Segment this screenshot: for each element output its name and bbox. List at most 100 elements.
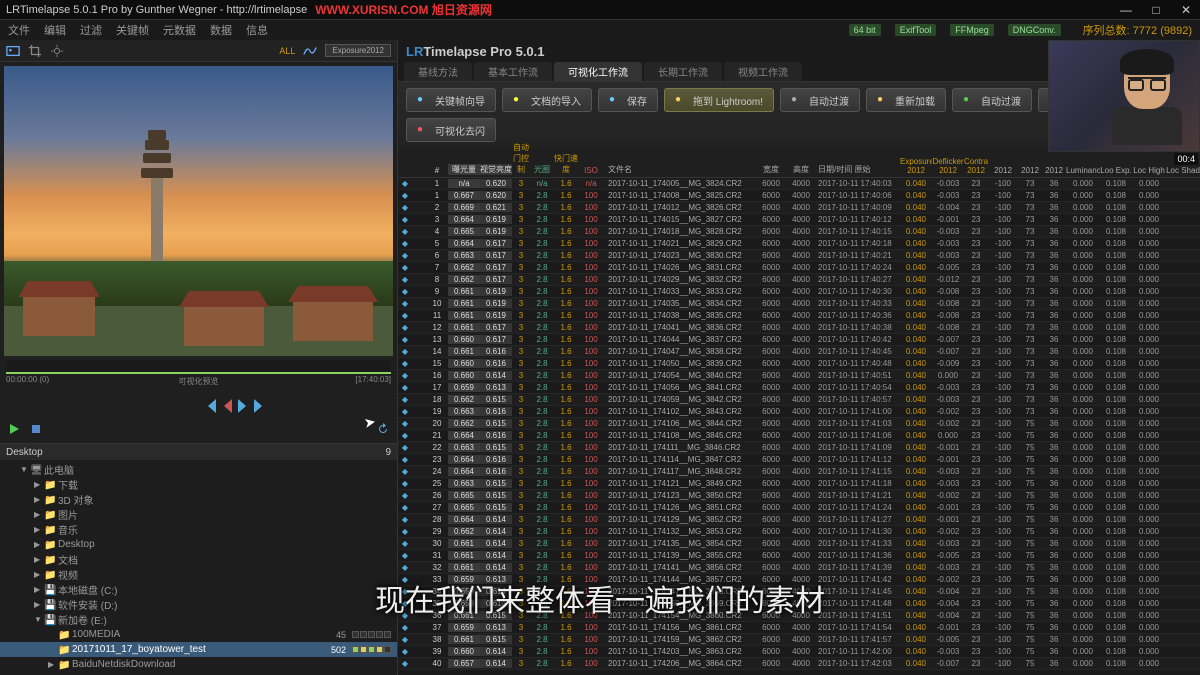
tree-item[interactable]: 📁20171011_17_boyatower_test502 bbox=[0, 642, 397, 657]
workflow-button[interactable]: ●关键帧向导 bbox=[406, 88, 496, 112]
col-header[interactable]: 光圈 bbox=[530, 164, 554, 175]
tree-item[interactable]: ▼🖥此电脑 bbox=[0, 462, 397, 477]
workflow-button[interactable]: ●重新加载 bbox=[866, 88, 946, 112]
tree-item[interactable]: ▶📁视频 bbox=[0, 567, 397, 582]
table-row[interactable]: ◆310.6610.61432.81.61002017-10-11_174139… bbox=[398, 550, 1200, 562]
workflow-tab[interactable]: 可视化工作流 bbox=[554, 62, 642, 81]
table-row[interactable]: ◆240.6640.61632.81.61002017-10-11_174117… bbox=[398, 466, 1200, 478]
workflow-button[interactable]: ●保存 bbox=[598, 88, 658, 112]
table-row[interactable]: ◆250.6630.61532.81.61002017-10-11_174121… bbox=[398, 478, 1200, 490]
col-header[interactable]: 视觉亮度 bbox=[480, 164, 512, 175]
menu-file[interactable]: 文件 bbox=[8, 22, 30, 38]
table-row[interactable]: ◆370.6590.61332.81.61002017-10-11_174156… bbox=[398, 622, 1200, 634]
menu-keyframe[interactable]: 关键帧 bbox=[116, 22, 149, 38]
table-row[interactable]: ◆20.6690.62132.81.61002017-10-11_174012_… bbox=[398, 202, 1200, 214]
tree-item[interactable]: ▶📁图片 bbox=[0, 507, 397, 522]
table-row[interactable]: ◆390.6600.61432.81.61002017-10-11_174203… bbox=[398, 646, 1200, 658]
table-row[interactable]: ◆270.6650.61532.81.61002017-10-11_174126… bbox=[398, 502, 1200, 514]
table-row[interactable]: ◆170.6590.61332.81.61002017-10-11_174056… bbox=[398, 382, 1200, 394]
table-row[interactable]: ◆40.6650.61932.81.61002017-10-11_174018_… bbox=[398, 226, 1200, 238]
timeline[interactable]: 00:00:00 (0) [17:40:03] bbox=[6, 360, 391, 374]
col-header[interactable]: 2012 bbox=[1018, 166, 1042, 175]
col-header[interactable]: # bbox=[426, 166, 448, 175]
table-row[interactable]: ◆60.6630.61732.81.61002017-10-11_174023_… bbox=[398, 250, 1200, 262]
workflow-button[interactable]: ●拖到 Lightroom! bbox=[664, 88, 774, 112]
col-header[interactable]: ISO bbox=[578, 166, 604, 175]
workflow-tab[interactable]: 视频工作流 bbox=[724, 62, 802, 81]
tree-item[interactable]: ▶💾软件安装 (D:) bbox=[0, 597, 397, 612]
table-row[interactable]: ◆190.6630.61632.81.61002017-10-11_174102… bbox=[398, 406, 1200, 418]
table-row[interactable]: ◆160.6600.61432.81.61002017-10-11_174054… bbox=[398, 370, 1200, 382]
tree-item[interactable]: ▶📁BaiduNetdiskDownload bbox=[0, 657, 397, 672]
settings-icon[interactable] bbox=[50, 44, 64, 58]
table-row[interactable]: ◆300.6610.61432.81.61002017-10-11_174135… bbox=[398, 538, 1200, 550]
col-header[interactable]: Contrast 2012 bbox=[964, 157, 988, 175]
exposure-mode[interactable]: Exposure2012 bbox=[325, 44, 391, 57]
col-header[interactable]: 快门速度 bbox=[554, 153, 578, 175]
close-button[interactable]: ✕ bbox=[1178, 3, 1194, 17]
table-row[interactable]: ◆50.6640.61732.81.61002017-10-11_174021_… bbox=[398, 238, 1200, 250]
table-row[interactable]: ◆80.6620.61732.81.61002017-10-11_174029_… bbox=[398, 274, 1200, 286]
tree-root[interactable]: Desktop bbox=[6, 447, 43, 458]
col-header[interactable]: 2012 bbox=[988, 166, 1018, 175]
marker-next2[interactable] bbox=[254, 399, 264, 413]
col-header[interactable]: Exposure 2012 bbox=[900, 157, 932, 175]
col-header[interactable]: Loo Exp. bbox=[1100, 166, 1132, 175]
table-row[interactable]: ◆70.6620.61732.81.61002017-10-11_174026_… bbox=[398, 262, 1200, 274]
image-icon[interactable] bbox=[6, 44, 20, 58]
scrubber[interactable] bbox=[6, 399, 391, 419]
marker-next[interactable] bbox=[238, 399, 248, 413]
table-row[interactable]: ◆140.6610.61632.81.61002017-10-11_174047… bbox=[398, 346, 1200, 358]
tree-item[interactable]: ▶📁文档 bbox=[0, 552, 397, 567]
refresh-button[interactable] bbox=[377, 423, 389, 435]
tree-item[interactable]: ▼💾新加卷 (E:) bbox=[0, 612, 397, 627]
col-header[interactable]: 曝光量 bbox=[448, 164, 480, 175]
table-row[interactable]: ◆130.6600.61732.81.61002017-10-11_174044… bbox=[398, 334, 1200, 346]
tree-item[interactable]: ▶📁音乐 bbox=[0, 522, 397, 537]
workflow-tab[interactable]: 基本工作流 bbox=[474, 62, 552, 81]
col-header[interactable]: Deflicker 2012 bbox=[932, 157, 964, 175]
table-row[interactable]: ◆320.6610.61432.81.61002017-10-11_174141… bbox=[398, 562, 1200, 574]
workflow-tab[interactable]: 长期工作流 bbox=[644, 62, 722, 81]
col-header[interactable]: Loc High bbox=[1132, 166, 1166, 175]
play-button[interactable] bbox=[8, 423, 20, 435]
workflow-tab[interactable]: 基线方法 bbox=[404, 62, 472, 81]
table-row[interactable]: ◆180.6620.61532.81.61002017-10-11_174059… bbox=[398, 394, 1200, 406]
workflow-button[interactable]: ●文档的导入 bbox=[502, 88, 592, 112]
marker-prev2[interactable] bbox=[206, 399, 216, 413]
menu-edit[interactable]: 编辑 bbox=[44, 22, 66, 38]
table-row[interactable]: ◆10.6670.62032.81.61002017-10-11_174008_… bbox=[398, 190, 1200, 202]
all-label[interactable]: ALL bbox=[279, 46, 295, 56]
table-row[interactable]: ◆290.6620.61432.81.61002017-10-11_174132… bbox=[398, 526, 1200, 538]
col-header[interactable]: 文件名 bbox=[604, 164, 756, 175]
menu-data[interactable]: 数据 bbox=[210, 22, 232, 38]
table-row[interactable]: ◆260.6650.61532.81.61002017-10-11_174123… bbox=[398, 490, 1200, 502]
col-header[interactable]: Luminance bbox=[1066, 166, 1100, 175]
curve-icon[interactable] bbox=[303, 44, 317, 58]
maximize-button[interactable]: □ bbox=[1148, 3, 1164, 17]
tree-item[interactable]: ▶📁下载 bbox=[0, 477, 397, 492]
col-header[interactable]: 高度 bbox=[786, 164, 816, 175]
table-row[interactable]: ◆200.6620.61532.81.61002017-10-11_174106… bbox=[398, 418, 1200, 430]
crop-icon[interactable] bbox=[28, 44, 42, 58]
col-header[interactable]: 自动 门控制 bbox=[512, 142, 530, 175]
minimize-button[interactable]: — bbox=[1118, 3, 1134, 17]
tree-item[interactable]: ▶📁3D 对象 bbox=[0, 492, 397, 507]
menu-info[interactable]: 信息 bbox=[246, 22, 268, 38]
table-row[interactable]: ◆280.6640.61432.81.61002017-10-11_174129… bbox=[398, 514, 1200, 526]
table-row[interactable]: ◆400.6570.61432.81.61002017-10-11_174206… bbox=[398, 658, 1200, 670]
table-row[interactable]: ◆210.6640.61632.81.61002017-10-11_174108… bbox=[398, 430, 1200, 442]
table-row[interactable]: ◆110.6610.61932.81.61002017-10-11_174038… bbox=[398, 310, 1200, 322]
table-row[interactable]: ◆220.6630.61532.81.61002017-10-11_174111… bbox=[398, 442, 1200, 454]
tree-item[interactable]: ▶📁Desktop bbox=[0, 537, 397, 552]
table-row[interactable]: ◆90.6610.61932.81.61002017-10-11_174033_… bbox=[398, 286, 1200, 298]
col-header[interactable]: 宽度 bbox=[756, 164, 786, 175]
table-row[interactable]: ◆100.6610.61932.81.61002017-10-11_174035… bbox=[398, 298, 1200, 310]
table-row[interactable]: ◆380.6610.61532.81.61002017-10-11_174159… bbox=[398, 634, 1200, 646]
table-row[interactable]: ◆230.6640.61632.81.61002017-10-11_174114… bbox=[398, 454, 1200, 466]
workflow-button[interactable]: ●自动过渡 bbox=[780, 88, 860, 112]
table-row[interactable]: ◆120.6610.61732.81.61002017-10-11_174041… bbox=[398, 322, 1200, 334]
preview-image[interactable] bbox=[4, 66, 393, 356]
tree-item[interactable]: 📁100MEDIA45 bbox=[0, 627, 397, 642]
col-header[interactable]: Loc Shad bbox=[1166, 166, 1200, 175]
